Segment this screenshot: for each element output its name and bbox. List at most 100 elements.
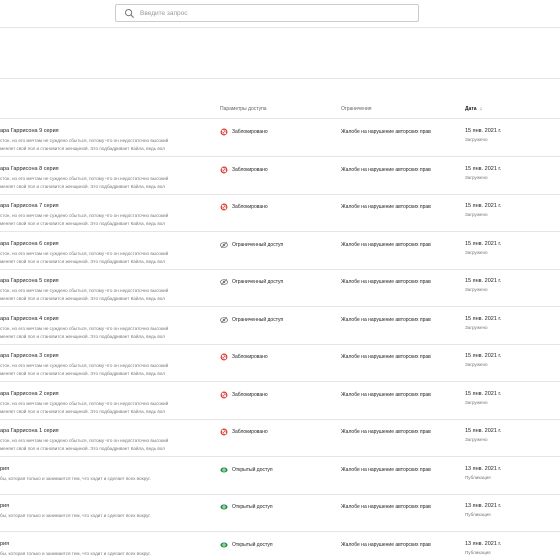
sort-down-icon[interactable]: ↓: [480, 106, 483, 112]
video-title[interactable]: ара Гаррисона 4 серия: [0, 316, 59, 322]
blocked-icon: [220, 391, 228, 398]
date-value: 15 янв. 2021 г.: [465, 240, 502, 247]
restriction-label[interactable]: Жалобе на нарушение авторских прав: [341, 167, 431, 173]
video-title[interactable]: ара Гаррисона 9 серия: [0, 128, 59, 134]
date-status: Загружено: [465, 287, 488, 292]
visibility-status[interactable]: Заблокировано: [220, 353, 268, 361]
table-row[interactable]: ара Гаррисона 2 серия стон, но его мечтам…: [0, 383, 560, 420]
header-visibility[interactable]: Параметры доступа: [220, 106, 267, 112]
date-value: 15 янв. 2021 г.: [465, 203, 502, 209]
restriction-label[interactable]: Жалобе на нарушение авторских прав: [341, 467, 431, 473]
video-description-line: стон, но его мечтам не суждено сбыться, …: [0, 400, 169, 406]
restriction-label[interactable]: Жалобе на нарушение авторских прав: [341, 354, 431, 360]
restriction-label[interactable]: Жалобе на нарушение авторских прав: [341, 204, 431, 210]
date-value: 15 янв. 2021 г.: [465, 315, 502, 322]
visibility-status[interactable]: Заблокировано: [220, 203, 268, 211]
video-description-line: стон, но его мечтам не суждено сбыться, …: [0, 288, 169, 293]
video-title[interactable]: ара Гаррисона 8 серия: [0, 166, 59, 172]
header-restrictions[interactable]: Ограничения: [341, 106, 371, 112]
date-status: Публикация: [465, 474, 491, 480]
visibility-label: Открытый доступ: [232, 466, 273, 473]
visibility-status[interactable]: Заблокировано: [220, 128, 268, 136]
visibility-status[interactable]: Открытый доступ: [220, 541, 273, 549]
visibility-status[interactable]: Ограниченный доступ: [220, 241, 283, 249]
video-description: стон, но его мечтам не суждено сбыться, …: [0, 175, 200, 191]
video-title[interactable]: ара Гаррисона 2 серия: [0, 391, 59, 397]
date-value: 13 янв. 2021 г.: [465, 465, 502, 472]
date-status: Загружено: [465, 399, 488, 405]
table-row[interactable]: рия бы, которая только и занимается тем, …: [0, 533, 560, 560]
table-row[interactable]: ара Гаррисона 9 серия стон, но его мечтам…: [0, 120, 560, 157]
restriction-label[interactable]: Жалобе на нарушение авторских прав: [341, 392, 431, 398]
video-description: стон, но его мечтам не суждено сбыться, …: [0, 437, 200, 453]
date-status: Загружено: [465, 437, 488, 442]
video-description-line: меняет свой пол и становится женщиной. Э…: [0, 333, 165, 339]
video-description-line: стон, но его мечтам не суждено сбыться, …: [0, 138, 169, 143]
restriction-label[interactable]: Жалобе на нарушение авторских прав: [341, 317, 431, 323]
date-value: 15 янв. 2021 г.: [465, 428, 502, 434]
visibility-label: Заблокировано: [232, 204, 268, 210]
video-title[interactable]: рия: [0, 541, 9, 547]
blocked-icon: [220, 128, 228, 136]
visibility-status[interactable]: Заблокировано: [220, 428, 268, 436]
video-description: стон, но его мечтам не суждено сбыться, …: [0, 137, 200, 153]
date-status: Загружено: [465, 324, 488, 330]
video-description-line: стон, но его мечтам не суждено сбыться, …: [0, 250, 169, 256]
table-row[interactable]: рия бы, которая только и занимается тем, …: [0, 495, 560, 532]
video-description-line: стон, но его мечтам не суждено сбыться, …: [0, 325, 169, 331]
visibility-status[interactable]: Открытый доступ: [220, 466, 273, 474]
video-description-line: меняет свой пол и становится женщиной. Э…: [0, 446, 165, 451]
restriction-label[interactable]: Жалобе на нарушение авторских прав: [341, 129, 431, 135]
table-row[interactable]: ара Гаррисона 4 серия стон, но его мечтам…: [0, 308, 560, 345]
search-input[interactable]: [140, 6, 410, 20]
visibility-label: Заблокировано: [232, 129, 268, 135]
date-status: Загружено: [465, 174, 488, 180]
video-title[interactable]: ара Гаррисона 3 серия: [0, 353, 59, 359]
header-date[interactable]: Дата ↓: [465, 106, 482, 112]
table-row[interactable]: ара Гаррисона 8 серия стон, но его мечтам…: [0, 158, 560, 195]
table-row[interactable]: ара Гаррисона 7 серия стон, но его мечтам…: [0, 195, 560, 232]
video-title[interactable]: рия: [0, 466, 9, 472]
public-icon: [220, 504, 228, 510]
video-title[interactable]: рия: [0, 503, 9, 509]
search-box[interactable]: [115, 4, 419, 22]
visibility-status[interactable]: Открытый доступ: [220, 503, 273, 511]
video-title[interactable]: ара Гаррисона 7 серия: [0, 203, 59, 209]
top-bar: [0, 0, 560, 28]
table-row[interactable]: ара Гаррисона 3 серия стон, но его мечтам…: [0, 345, 560, 382]
date-status: Загружено: [465, 362, 488, 367]
video-description-line: меняет свой пол и становится женщиной. Э…: [0, 296, 165, 301]
restricted-icon: [220, 278, 228, 286]
date-status: Загружено: [465, 137, 488, 142]
restriction-label[interactable]: Жалобе на нарушение авторских прав: [341, 242, 431, 248]
blocked-icon: [220, 428, 228, 436]
table-row[interactable]: ара Гаррисона 5 серия стон, но его мечтам…: [0, 270, 560, 307]
header-date-label: Дата: [465, 106, 477, 112]
visibility-status[interactable]: Ограниченный доступ: [220, 316, 283, 324]
video-description-line: бы, которая только и занимается тем, что…: [0, 550, 151, 556]
video-description: стон, но его мечтам не суждено сбыться, …: [0, 212, 200, 228]
date-value: 15 янв. 2021 г.: [465, 128, 502, 134]
visibility-status[interactable]: Ограниченный доступ: [220, 278, 283, 286]
restriction-label[interactable]: Жалобе на нарушение авторских прав: [341, 542, 431, 548]
restriction-label[interactable]: Жалобе на нарушение авторских прав: [341, 504, 431, 510]
video-description-line: стон, но его мечтам не суждено сбыться, …: [0, 438, 169, 443]
restriction-label[interactable]: Жалобе на нарушение авторских прав: [341, 429, 431, 435]
video-description-line: бы, которая только и занимается тем, что…: [0, 513, 151, 518]
visibility-status[interactable]: Заблокировано: [220, 391, 268, 399]
video-title[interactable]: ара Гаррисона 5 серия: [0, 278, 59, 284]
video-title[interactable]: ара Гаррисона 1 серия: [0, 428, 59, 434]
blocked-icon: [220, 166, 228, 173]
video-description: бы, которая только и занимается тем, что…: [0, 512, 200, 520]
restricted-icon: [220, 241, 228, 248]
video-description: стон, но его мечтам не суждено сбыться, …: [0, 325, 200, 341]
visibility-status[interactable]: Заблокировано: [220, 166, 268, 174]
video-title[interactable]: ара Гаррисона 6 серия: [0, 241, 59, 247]
table-row[interactable]: рия бы, которая только и занимается тем, …: [0, 458, 560, 495]
video-description: стон, но его мечтам не суждено сбыться, …: [0, 362, 200, 378]
restricted-icon: [220, 316, 228, 323]
video-description-line: меняет свой пол и становится женщиной. Э…: [0, 146, 165, 151]
table-row[interactable]: ара Гаррисона 6 серия стон, но его мечтам…: [0, 233, 560, 270]
restriction-label[interactable]: Жалобе на нарушение авторских прав: [341, 279, 431, 285]
table-row[interactable]: ара Гаррисона 1 серия стон, но его мечтам…: [0, 420, 560, 457]
